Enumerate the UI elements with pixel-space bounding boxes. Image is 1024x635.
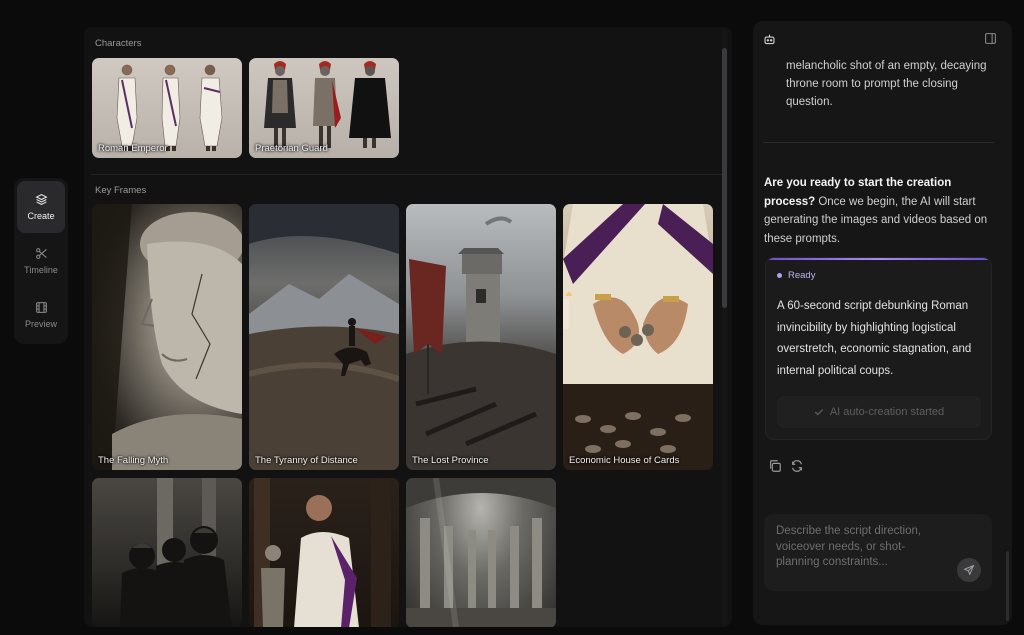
nav-create[interactable]: Create bbox=[17, 181, 65, 233]
status-label: Ready bbox=[788, 270, 816, 281]
keyframe-label: The Lost Province bbox=[412, 455, 489, 466]
scissors-icon bbox=[35, 248, 47, 259]
keyframe-card-lost-province[interactable]: The Lost Province bbox=[406, 204, 556, 470]
keyframe-label: Economic House of Cards bbox=[569, 455, 680, 466]
accent-bar bbox=[766, 258, 991, 260]
chat-header bbox=[753, 21, 1012, 57]
coins-hands-image bbox=[563, 204, 713, 470]
characters-title: Characters bbox=[95, 38, 142, 49]
ruined-hall-image bbox=[406, 478, 556, 627]
message-actions bbox=[768, 459, 804, 473]
rider-landscape-image bbox=[249, 204, 399, 470]
chat-scrollbar[interactable] bbox=[1006, 551, 1009, 621]
copy-icon[interactable] bbox=[768, 459, 782, 473]
character-card-praetorian-guard[interactable]: Praetorian Guard bbox=[249, 58, 399, 158]
panel-collapse-icon[interactable] bbox=[984, 32, 997, 45]
chat-divider bbox=[763, 142, 994, 143]
send-icon bbox=[963, 564, 975, 576]
film-icon bbox=[35, 302, 47, 313]
character-card-roman-emperor[interactable]: Roman Emperor bbox=[92, 58, 242, 158]
keyframes-title: Key Frames bbox=[95, 185, 147, 196]
keyframe-card-soldiers[interactable] bbox=[92, 478, 242, 627]
keyframe-label: The Falling Myth bbox=[98, 455, 169, 466]
chat-input[interactable] bbox=[776, 524, 931, 579]
nav-preview[interactable]: Preview bbox=[17, 289, 65, 341]
character-label: Praetorian Guard bbox=[255, 143, 328, 154]
auto-creation-button[interactable]: AI auto-creation started bbox=[777, 396, 981, 428]
send-button[interactable] bbox=[957, 558, 981, 582]
character-label: Roman Emperor bbox=[98, 143, 168, 154]
check-icon bbox=[814, 409, 824, 416]
section-divider bbox=[90, 174, 722, 175]
keyframe-card-tyranny-of-distance[interactable]: The Tyranny of Distance bbox=[249, 204, 399, 470]
nav-timeline-label: Timeline bbox=[24, 265, 58, 275]
media-gallery: Characters Roman Emperor Praetorian Guar… bbox=[84, 27, 732, 627]
script-summary: A 60-second script debunking Roman invin… bbox=[777, 300, 972, 377]
ruined-tower-image bbox=[406, 216, 556, 470]
keyframe-card-economic-house-of-cards[interactable]: Economic House of Cards bbox=[563, 204, 713, 470]
marble-bust-image bbox=[92, 204, 242, 470]
nav-create-label: Create bbox=[27, 211, 55, 221]
layers-icon bbox=[34, 194, 48, 205]
assistant-question: Are you ready to start the creation proc… bbox=[764, 174, 999, 248]
bot-icon bbox=[764, 34, 775, 45]
gallery-scrollbar[interactable] bbox=[722, 48, 727, 308]
left-nav: Create Timeline Preview bbox=[14, 178, 68, 344]
nav-timeline[interactable]: Timeline bbox=[17, 235, 65, 287]
keyframe-card-ruined-hall[interactable] bbox=[406, 478, 556, 627]
soldiers-image bbox=[120, 478, 232, 627]
auto-creation-label: AI auto-creation started bbox=[829, 406, 945, 418]
assistant-panel: melancholic shot of an empty, decaying t… bbox=[753, 21, 1012, 625]
regenerate-icon[interactable] bbox=[790, 459, 804, 473]
keyframe-card-falling-myth[interactable]: The Falling Myth bbox=[92, 204, 242, 470]
previous-message-text: melancholic shot of an empty, decaying t… bbox=[786, 60, 987, 108]
nav-preview-label: Preview bbox=[24, 319, 57, 329]
keyframe-card-senator[interactable] bbox=[249, 478, 399, 627]
chat-input-box bbox=[764, 514, 992, 591]
script-ready-card: Ready A 60-second script debunking Roman… bbox=[765, 257, 992, 440]
status-dot-icon bbox=[777, 273, 782, 278]
senator-image bbox=[254, 478, 391, 627]
keyframe-label: The Tyranny of Distance bbox=[255, 455, 358, 466]
status-badge: Ready bbox=[777, 270, 815, 281]
